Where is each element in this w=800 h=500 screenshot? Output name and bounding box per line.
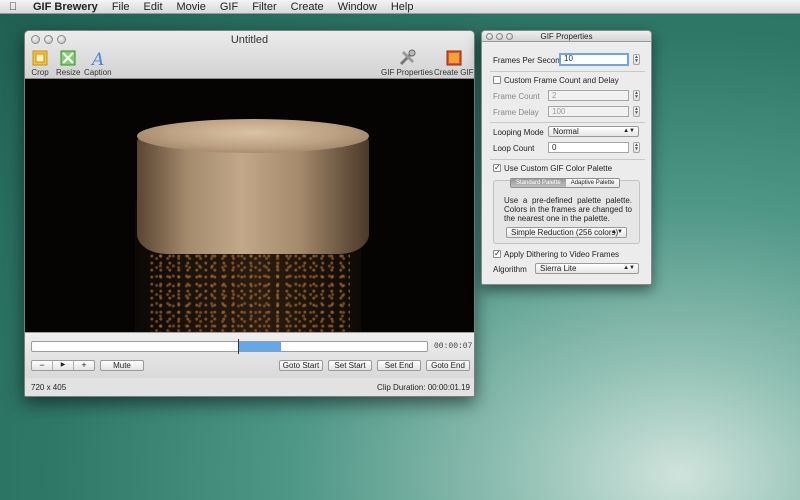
panel-titlebar: GIF Properties <box>482 31 651 42</box>
step-back-button[interactable]: − <box>32 361 53 370</box>
caption-tool-button[interactable]: A Caption <box>84 49 112 77</box>
resize-label: Resize <box>56 68 81 77</box>
chevron-updown-icon: ▲▼ <box>623 128 635 134</box>
fps-stepper[interactable]: ▲ ▼ <box>633 54 640 65</box>
caption-label: Caption <box>84 68 112 77</box>
panel-title: GIF Properties <box>540 32 593 41</box>
frame-delay-label: Frame Delay <box>493 108 539 117</box>
frame-count-label: Frame Count <box>493 92 540 101</box>
create-gif-label: Create GIF <box>434 68 474 77</box>
panel-close-button[interactable] <box>486 33 493 40</box>
tools-icon <box>399 49 416 66</box>
create-gif-icon <box>446 50 462 66</box>
algorithm-select[interactable]: Sierra Lite ▲▼ <box>535 263 639 274</box>
video-preview[interactable] <box>25 79 474 332</box>
panel-window-controls <box>486 33 513 40</box>
separator <box>490 122 645 123</box>
dithering-checkbox[interactable]: ✓ <box>493 250 501 258</box>
goto-start-button[interactable]: Goto Start <box>279 360 323 371</box>
loop-count-stepper[interactable]: ▲ ▼ <box>633 142 640 153</box>
chevron-updown-icon: ▲▼ <box>611 229 623 235</box>
step-forward-button[interactable]: + <box>74 361 94 370</box>
crop-label: Crop <box>31 68 49 77</box>
status-bar: 720 x 405 Clip Duration: 00:00:01.19 <box>25 378 474 396</box>
apple-icon[interactable]:  <box>0 1 26 13</box>
menu-filter[interactable]: Filter <box>245 0 283 14</box>
menu-bar:  GIF Brewery File Edit Movie GIF Filter… <box>0 0 800 14</box>
menu-window[interactable]: Window <box>331 0 384 14</box>
gif-properties-label: GIF Properties <box>381 68 434 77</box>
palette-select[interactable]: Simple Reduction (256 colors) ▲▼ <box>506 227 627 238</box>
menu-movie[interactable]: Movie <box>170 0 213 14</box>
playhead[interactable] <box>238 339 239 354</box>
window-titlebar: Untitled Crop Resize A Caption GIF Prope… <box>25 31 474 79</box>
clip-duration: Clip Duration: 00:00:01.19 <box>377 383 470 392</box>
loop-count-input[interactable]: 0 <box>548 142 629 153</box>
dithering-label: Apply Dithering to Video Frames <box>504 250 620 259</box>
menu-help[interactable]: Help <box>384 0 421 14</box>
beer-bubbles-image <box>150 254 350 332</box>
menu-app-name[interactable]: GIF Brewery <box>26 0 105 14</box>
panel-zoom-button[interactable] <box>506 33 513 40</box>
gif-properties-panel: GIF Properties Frames Per Second 10 ▲ ▼ C… <box>481 30 652 285</box>
play-button[interactable]: ▶ <box>53 361 74 370</box>
window-title: Untitled <box>230 34 269 46</box>
separator <box>490 159 645 160</box>
caption-icon: A <box>90 50 104 67</box>
algorithm-label: Algorithm <box>493 265 527 274</box>
tab-adaptive-palette[interactable]: Adaptive Palette <box>565 179 620 187</box>
set-end-button[interactable]: Set End <box>377 360 421 371</box>
menu-gif[interactable]: GIF <box>213 0 245 14</box>
mute-button[interactable]: Mute <box>100 360 144 371</box>
loop-count-label: Loop Count <box>493 144 535 153</box>
timeline-selection[interactable] <box>239 342 281 351</box>
beer-foam-top-image <box>137 119 369 153</box>
menu-create[interactable]: Create <box>284 0 331 14</box>
custom-palette-label: Use Custom GIF Color Palette <box>504 164 613 173</box>
menu-edit[interactable]: Edit <box>137 0 170 14</box>
frame-delay-input[interactable]: 100 <box>548 106 629 117</box>
looping-mode-label: Looping Mode <box>493 128 544 137</box>
separator <box>490 71 645 72</box>
create-gif-button[interactable]: Create GIF <box>434 49 474 77</box>
set-start-button[interactable]: Set Start <box>328 360 372 371</box>
looping-mode-value: Normal <box>553 127 579 136</box>
main-window: Untitled Crop Resize A Caption GIF Prope… <box>24 30 475 397</box>
gif-properties-button[interactable]: GIF Properties <box>381 49 433 77</box>
resize-icon <box>60 50 76 66</box>
resize-tool-button[interactable]: Resize <box>56 49 80 77</box>
goto-end-button[interactable]: Goto End <box>426 360 470 371</box>
algorithm-value: Sierra Lite <box>540 264 577 273</box>
frame-count-input[interactable]: 2 <box>548 90 629 101</box>
timeline-track[interactable] <box>31 339 428 354</box>
playback-controls: − ▶ + <box>31 360 95 371</box>
crop-icon <box>32 50 48 66</box>
palette-description: Use a pre-defined palette palette. Color… <box>504 196 632 223</box>
custom-frame-checkbox[interactable] <box>493 76 501 84</box>
video-dimensions: 720 x 405 <box>31 383 67 392</box>
palette-select-value: Simple Reduction (256 colors) <box>511 228 619 237</box>
frame-count-stepper[interactable]: ▲ ▼ <box>633 90 640 101</box>
panel-minimize-button[interactable] <box>496 33 503 40</box>
tab-standard-palette[interactable]: Standard Palette <box>511 179 566 187</box>
chevron-updown-icon: ▲▼ <box>623 265 635 271</box>
svg-text:A: A <box>90 50 104 67</box>
custom-palette-checkbox[interactable]: ✓ <box>493 164 501 172</box>
fps-input[interactable]: 10 <box>559 53 629 66</box>
frame-delay-stepper[interactable]: ▲ ▼ <box>633 106 640 117</box>
timecode: 00:00:07 <box>434 342 473 351</box>
looping-mode-select[interactable]: Normal ▲▼ <box>548 126 639 137</box>
palette-tabs: Standard Palette Adaptive Palette <box>510 178 621 188</box>
crop-tool-button[interactable]: Crop <box>31 49 49 77</box>
menu-file[interactable]: File <box>105 0 137 14</box>
fps-label: Frames Per Second <box>493 56 565 65</box>
timeline-area: 00:00:07 − ▶ + Mute Goto Start Set Start… <box>25 332 474 378</box>
custom-frame-label: Custom Frame Count and Delay <box>504 76 619 85</box>
